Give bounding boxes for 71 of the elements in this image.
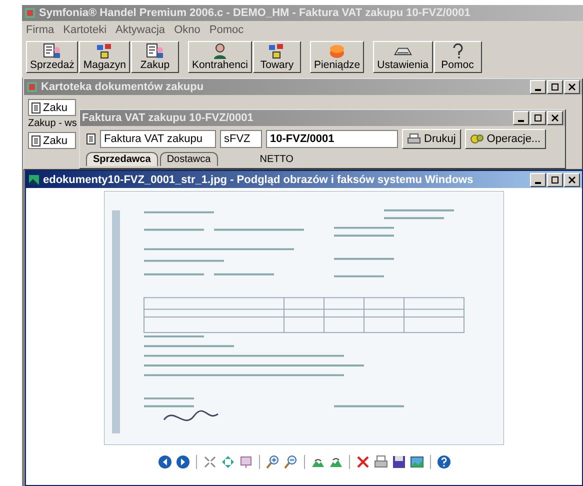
rotate-left-icon[interactable] [328,455,342,469]
close-icon [568,176,576,184]
minimize-button[interactable] [513,111,529,125]
menu-item[interactable]: Aktywacja [116,24,166,36]
close-button[interactable] [564,172,580,186]
toolbar-button[interactable]: Pomoc [434,41,482,73]
action-button[interactable]: Drukuj [402,129,461,149]
maximize-button[interactable] [530,111,546,125]
toolbar-button[interactable]: Kontrahenci [188,41,252,73]
document-icon [86,133,96,145]
window-title: edokumenty10-FVZ_0001_str_1.jpg - Podgląd obrazów i faksów systemu Windows [26,171,582,188]
close-button[interactable] [547,111,563,125]
zoom-in-icon[interactable] [266,455,280,469]
document-number-field[interactable]: 10-FVZ/0001 [266,130,398,148]
window-title: Faktura VAT zakupu 10-FVZ/0001 [80,110,565,126]
arrows-icon[interactable] [220,455,234,469]
gears-icon [470,133,484,145]
app-icon [26,81,38,93]
minimize-icon [518,120,524,122]
toolbar-button[interactable]: Pieniądze [310,41,364,73]
close-icon [568,83,576,91]
tree-item-label: Zaku [43,102,68,114]
tree-item[interactable]: Zaku [28,99,76,116]
document-person-icon [144,43,165,59]
document-type-field[interactable]: Faktura VAT zakupu [100,130,216,148]
zoom-out-icon[interactable] [284,455,298,469]
picture-edit-icon[interactable] [410,455,424,469]
toolbar-button[interactable]: Towary [253,41,302,73]
app-icon [24,7,36,19]
printer-icon [407,133,421,145]
menu-item[interactable]: Firma [26,24,54,36]
close-button[interactable] [564,80,580,94]
toolbar-button[interactable]: Magazyn [79,41,130,73]
minimize-icon [535,89,541,91]
toolbar-button[interactable]: Zakup [130,41,179,73]
toolbar-button[interactable]: Sprzedaż [26,41,78,73]
close-icon [551,114,559,122]
previous-icon[interactable] [158,455,172,469]
maximize-button[interactable] [547,172,563,186]
delete-icon[interactable] [356,455,370,469]
minimize-button[interactable] [530,172,546,186]
window-title: Kartoteka dokumentów zakupu [24,79,582,95]
next-icon[interactable] [176,455,190,469]
maximize-icon [551,83,559,91]
maximize-icon [551,176,559,184]
slideshow-icon[interactable] [238,455,252,469]
image-icon [28,174,40,186]
fit-icon[interactable] [202,455,216,469]
menu-item[interactable]: Kartoteki [63,24,107,36]
section-label: Zakup - ws [28,118,76,130]
tree-item-label: Zaku [43,134,68,146]
series-field[interactable]: sFVZ [220,130,262,148]
action-button[interactable]: Operacje... [464,129,546,149]
window-title: Symfonia® Handel Premium 2006.c - DEMO_HM - Faktura VAT zakupu 10-FVZ/0001 [22,5,583,21]
menu-item[interactable]: Pomoc [209,24,244,36]
minimize-button[interactable] [530,80,546,94]
maximize-button[interactable] [547,80,563,94]
tab[interactable]: Sprzedawca [86,152,158,166]
document-icon [31,134,41,146]
tab[interactable]: Dostawca [160,152,218,166]
toolbar-button[interactable]: Ustawienia [373,41,432,73]
print-icon[interactable] [374,455,388,469]
netto-label: NETTO [260,153,294,166]
maximize-icon [534,114,542,122]
menu-item[interactable]: Okno [174,24,200,36]
tree-item[interactable]: Zaku [28,132,76,149]
document-icon [31,102,41,114]
document-person-icon [42,43,62,59]
minimize-icon [535,182,541,184]
help-icon[interactable] [436,455,450,469]
save-icon[interactable] [392,455,406,469]
